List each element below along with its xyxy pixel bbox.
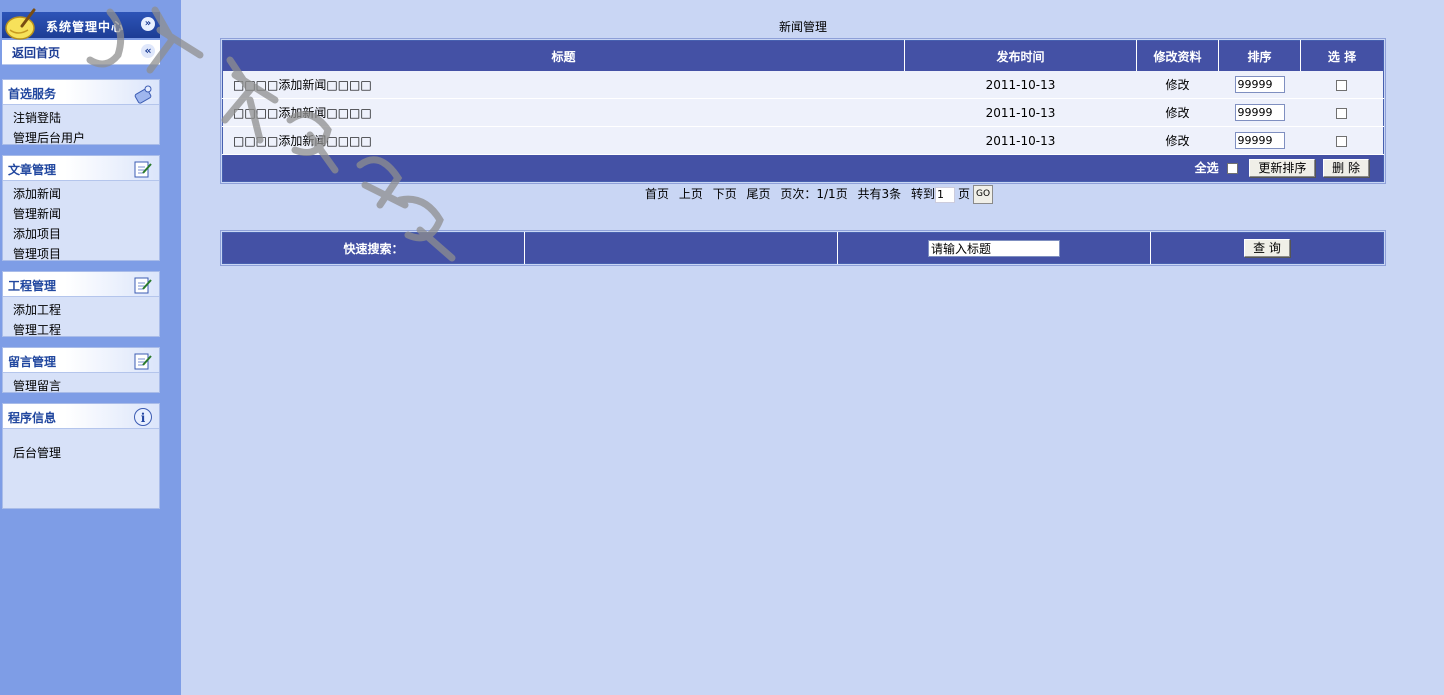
panel-title: 工程管理 — [8, 279, 57, 293]
sidebar-item-add-project[interactable]: 添加项目 — [13, 224, 159, 244]
panel-header: 程序信息 i — [3, 404, 159, 429]
row-select-checkbox[interactable] — [1336, 79, 1348, 91]
sidebar-item-manage-messages[interactable]: 管理留言 — [13, 376, 159, 396]
panel-header: 工程管理 — [3, 272, 159, 297]
panel-article-management: 文章管理 添加新闻 管理新闻 添加项目 管理项目 — [2, 155, 160, 261]
panel-title: 文章管理 — [8, 163, 57, 177]
sidebar-title: 系统管理中心 — [46, 20, 125, 34]
table-footer-row: 全选 更新排序 删 除 — [222, 154, 1384, 182]
sidebar-header: 系统管理中心 » — [2, 8, 160, 40]
home-link[interactable]: 返回首页 — [12, 44, 60, 61]
col-header-select: 选 择 — [1300, 40, 1384, 71]
go-button[interactable]: GO — [973, 185, 994, 204]
panel-title: 留言管理 — [8, 355, 57, 369]
goto-page-input[interactable] — [935, 186, 956, 203]
page-title: 新闻管理 — [779, 20, 828, 34]
next-page-link[interactable]: 下页 — [713, 187, 737, 201]
sidebar-item-add-engineering[interactable]: 添加工程 — [13, 300, 159, 320]
edit-note-icon — [133, 275, 153, 295]
panel-message-management: 留言管理 管理留言 — [2, 347, 160, 393]
col-header-publish-time: 发布时间 — [904, 40, 1137, 71]
first-page-link[interactable]: 首页 — [645, 187, 669, 201]
home-link-bar[interactable]: 返回首页 « — [2, 40, 160, 65]
collapse-left-icon[interactable]: « — [141, 44, 155, 58]
edit-link[interactable]: 修改 — [1136, 71, 1219, 99]
news-date: 2011-10-13 — [904, 71, 1137, 99]
search-button[interactable]: 查 询 — [1244, 239, 1290, 257]
quick-search-bar: 快速搜索： 查 询 — [220, 230, 1386, 266]
sidebar-item-backend-management[interactable]: 后台管理 — [13, 443, 159, 463]
svg-text:i: i — [141, 411, 146, 425]
table-row: □□□□添加新闻□□□□ 2011-10-13 修改 — [222, 126, 1384, 155]
sidebar-item-manage-engineering[interactable]: 管理工程 — [13, 320, 159, 340]
select-all-checkbox[interactable] — [1226, 162, 1238, 174]
page-unit-label: 页 — [958, 187, 971, 201]
quick-search-label: 快速搜索： — [222, 232, 525, 264]
edit-note-icon — [133, 159, 153, 179]
news-title-link[interactable]: □□□□添加新闻□□□□ — [222, 71, 905, 99]
panel-header: 文章管理 — [3, 156, 159, 181]
table-row: □□□□添加新闻□□□□ 2011-10-13 修改 — [222, 98, 1384, 127]
tools-icon — [133, 83, 153, 104]
news-title-link[interactable]: □□□□添加新闻□□□□ — [222, 98, 905, 127]
panel-title: 首选服务 — [8, 87, 57, 101]
sort-input[interactable] — [1234, 132, 1285, 149]
panel-header: 首选服务 — [3, 80, 159, 105]
sidebar-item-manage-news[interactable]: 管理新闻 — [13, 204, 159, 224]
edit-note-icon — [133, 351, 153, 371]
table-row: □□□□添加新闻□□□□ 2011-10-13 修改 — [222, 71, 1384, 99]
news-date: 2011-10-13 — [904, 98, 1137, 127]
col-header-edit: 修改资料 — [1136, 40, 1219, 71]
news-title-link[interactable]: □□□□添加新闻□□□□ — [222, 126, 905, 155]
goto-label: 转到 — [911, 187, 936, 201]
update-sort-button[interactable]: 更新排序 — [1249, 159, 1316, 178]
edit-link[interactable]: 修改 — [1136, 126, 1219, 155]
news-table: 标题 发布时间 修改资料 排序 选 择 □□□□添加新闻□□□□ 2011-10… — [220, 38, 1386, 184]
pagination: 首页 上页 下页 尾页 页次：1/1页 共有3条 转到 页GO — [645, 184, 999, 204]
sort-input[interactable] — [1234, 104, 1285, 121]
row-select-checkbox[interactable] — [1336, 107, 1348, 119]
sidebar: 系统管理中心 » 返回首页 « 首选服务 注销登陆 管理后台用户 文章管理 添加… — [0, 0, 181, 695]
page-info: 页次：1/1页 — [780, 187, 848, 201]
select-all-label: 全选 — [1194, 160, 1219, 175]
sort-input[interactable] — [1234, 76, 1285, 93]
table-header-row: 标题 发布时间 修改资料 排序 选 择 — [222, 40, 1384, 71]
search-title-input[interactable] — [928, 239, 1060, 257]
news-date: 2011-10-13 — [904, 126, 1137, 155]
panel-program-info: 程序信息 i 后台管理 — [2, 403, 160, 509]
sidebar-item-manage-project[interactable]: 管理项目 — [13, 244, 159, 264]
total-count: 共有3条 — [857, 187, 902, 201]
row-select-checkbox[interactable] — [1336, 135, 1348, 147]
last-page-link[interactable]: 尾页 — [747, 187, 771, 201]
col-header-sort: 排序 — [1218, 40, 1301, 71]
sidebar-item-manage-admin-users[interactable]: 管理后台用户 — [13, 128, 159, 148]
search-empty-cell — [524, 232, 838, 264]
prev-page-link[interactable]: 上页 — [679, 187, 703, 201]
sidebar-item-logout[interactable]: 注销登陆 — [13, 108, 159, 128]
delete-button[interactable]: 删 除 — [1323, 159, 1369, 178]
col-header-title: 标题 — [222, 40, 905, 71]
info-icon: i — [133, 407, 153, 427]
edit-link[interactable]: 修改 — [1136, 98, 1219, 127]
panel-preferred-services: 首选服务 注销登陆 管理后台用户 — [2, 79, 160, 145]
sidebar-item-add-news[interactable]: 添加新闻 — [13, 184, 159, 204]
panel-engineering-management: 工程管理 添加工程 管理工程 — [2, 271, 160, 337]
panel-header: 留言管理 — [3, 348, 159, 373]
collapse-down-icon[interactable]: » — [141, 17, 155, 31]
panel-title: 程序信息 — [8, 411, 57, 425]
